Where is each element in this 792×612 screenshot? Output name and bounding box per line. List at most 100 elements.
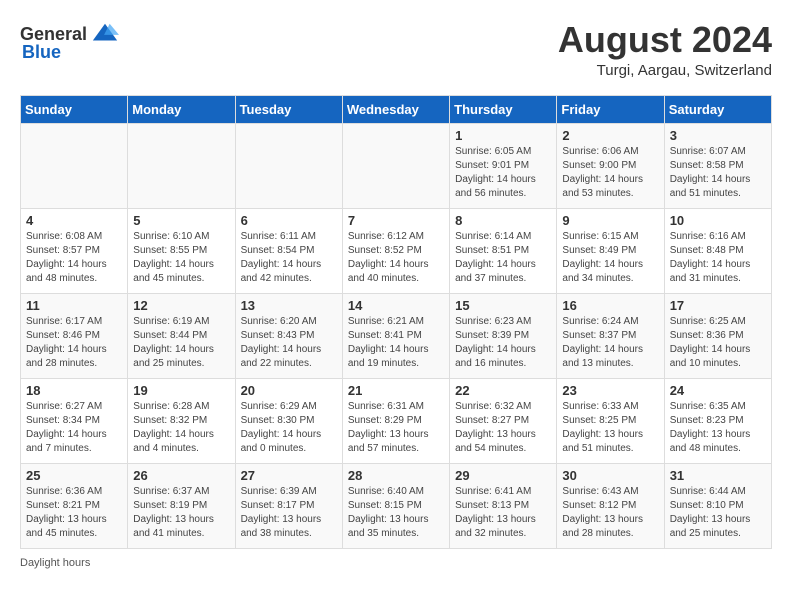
day-content: Sunrise: 6:12 AM Sunset: 8:52 PM Dayligh…	[348, 230, 444, 286]
day-cell: 4Sunrise: 6:08 AM Sunset: 8:57 PM Daylig…	[21, 208, 128, 293]
day-cell: 1Sunrise: 6:05 AM Sunset: 9:01 PM Daylig…	[450, 123, 557, 208]
day-content: Sunrise: 6:06 AM Sunset: 9:00 PM Dayligh…	[562, 145, 658, 201]
day-cell: 11 Sunrise: 6:17 AM Sunset: 8:46 PM Dayli…	[21, 293, 128, 378]
day-number: 8	[455, 213, 551, 228]
col-header-tuesday: Tuesday	[235, 95, 342, 123]
week-row-2: 11 Sunrise: 6:17 AM Sunset: 8:46 PM Dayli…	[21, 293, 772, 378]
day-content: Sunrise: 6:35 AM Sunset: 8:23 PM Dayligh…	[670, 400, 766, 456]
day-number: 31	[670, 468, 766, 483]
day-content: Sunrise: 6:37 AM Sunset: 8:19 PM Dayligh…	[133, 485, 229, 541]
day-cell: 14 Sunrise: 6:21 AM Sunset: 8:41 PM Dayli…	[342, 293, 449, 378]
day-cell: 30 Sunrise: 6:43 AM Sunset: 8:12 PM Dayli…	[557, 463, 664, 548]
day-content: Sunrise: 6:33 AM Sunset: 8:25 PM Dayligh…	[562, 400, 658, 456]
day-cell	[128, 123, 235, 208]
day-content: Sunrise: 6:11 AM Sunset: 8:54 PM Dayligh…	[241, 230, 337, 286]
day-content: Sunrise: 6:32 AM Sunset: 8:27 PM Dayligh…	[455, 400, 551, 456]
day-cell	[235, 123, 342, 208]
day-cell: 10Sunrise: 6:16 AM Sunset: 8:48 PM Dayli…	[664, 208, 771, 293]
day-number: 17	[670, 298, 766, 313]
day-number: 5	[133, 213, 229, 228]
day-content: Sunrise: 6:41 AM Sunset: 8:13 PM Dayligh…	[455, 485, 551, 541]
day-cell: 2 Sunrise: 6:06 AM Sunset: 9:00 PM Daylig…	[557, 123, 664, 208]
day-number: 6	[241, 213, 337, 228]
day-content: Sunrise: 6:28 AM Sunset: 8:32 PM Dayligh…	[133, 400, 229, 456]
day-number: 3	[670, 128, 766, 143]
col-header-thursday: Thursday	[450, 95, 557, 123]
day-number: 30	[562, 468, 658, 483]
calendar-table: SundayMondayTuesdayWednesdayThursdayFrid…	[20, 95, 772, 549]
day-number: 26	[133, 468, 229, 483]
day-content: Sunrise: 6:14 AM Sunset: 8:51 PM Dayligh…	[455, 230, 551, 286]
day-content: Sunrise: 6:17 AM Sunset: 8:46 PM Dayligh…	[26, 315, 122, 371]
day-content: Sunrise: 6:24 AM Sunset: 8:37 PM Dayligh…	[562, 315, 658, 371]
day-content: Sunrise: 6:20 AM Sunset: 8:43 PM Dayligh…	[241, 315, 337, 371]
day-content: Sunrise: 6:21 AM Sunset: 8:41 PM Dayligh…	[348, 315, 444, 371]
day-number: 9	[562, 213, 658, 228]
week-row-4: 25Sunrise: 6:36 AM Sunset: 8:21 PM Dayli…	[21, 463, 772, 548]
title-block: August 2024 Turgi, Aargau, Switzerland	[558, 20, 772, 79]
day-cell: 5 Sunrise: 6:10 AM Sunset: 8:55 PM Daylig…	[128, 208, 235, 293]
month-title: August 2024	[558, 20, 772, 60]
day-number: 2	[562, 128, 658, 143]
day-number: 13	[241, 298, 337, 313]
day-number: 10	[670, 213, 766, 228]
day-number: 21	[348, 383, 444, 398]
day-number: 24	[670, 383, 766, 398]
day-cell: 6 Sunrise: 6:11 AM Sunset: 8:54 PM Daylig…	[235, 208, 342, 293]
day-number: 11	[26, 298, 122, 313]
day-content: Sunrise: 6:40 AM Sunset: 8:15 PM Dayligh…	[348, 485, 444, 541]
day-number: 1	[455, 128, 551, 143]
day-cell	[342, 123, 449, 208]
day-number: 23	[562, 383, 658, 398]
col-header-wednesday: Wednesday	[342, 95, 449, 123]
day-number: 27	[241, 468, 337, 483]
col-header-sunday: Sunday	[21, 95, 128, 123]
day-cell	[21, 123, 128, 208]
footer-label: Daylight hours	[20, 557, 90, 569]
day-cell: 25Sunrise: 6:36 AM Sunset: 8:21 PM Dayli…	[21, 463, 128, 548]
calendar-header-row: SundayMondayTuesdayWednesdayThursdayFrid…	[21, 95, 772, 123]
day-number: 16	[562, 298, 658, 313]
day-cell: 18 Sunrise: 6:27 AM Sunset: 8:34 PM Dayli…	[21, 378, 128, 463]
week-row-1: 4Sunrise: 6:08 AM Sunset: 8:57 PM Daylig…	[21, 208, 772, 293]
day-content: Sunrise: 6:43 AM Sunset: 8:12 PM Dayligh…	[562, 485, 658, 541]
day-cell: 12 Sunrise: 6:19 AM Sunset: 8:44 PM Dayli…	[128, 293, 235, 378]
day-number: 22	[455, 383, 551, 398]
logo: General Blue	[20, 20, 119, 63]
day-content: Sunrise: 6:44 AM Sunset: 8:10 PM Dayligh…	[670, 485, 766, 541]
day-content: Sunrise: 6:19 AM Sunset: 8:44 PM Dayligh…	[133, 315, 229, 371]
day-number: 29	[455, 468, 551, 483]
day-content: Sunrise: 6:10 AM Sunset: 8:55 PM Dayligh…	[133, 230, 229, 286]
day-cell: 27 Sunrise: 6:39 AM Sunset: 8:17 PM Dayli…	[235, 463, 342, 548]
day-content: Sunrise: 6:29 AM Sunset: 8:30 PM Dayligh…	[241, 400, 337, 456]
day-number: 25	[26, 468, 122, 483]
day-number: 15	[455, 298, 551, 313]
day-cell: 28Sunrise: 6:40 AM Sunset: 8:15 PM Dayli…	[342, 463, 449, 548]
day-cell: 3 Sunrise: 6:07 AM Sunset: 8:58 PM Daylig…	[664, 123, 771, 208]
day-cell: 23 Sunrise: 6:33 AM Sunset: 8:25 PM Dayli…	[557, 378, 664, 463]
day-cell: 7 Sunrise: 6:12 AM Sunset: 8:52 PM Daylig…	[342, 208, 449, 293]
day-cell: 16 Sunrise: 6:24 AM Sunset: 8:37 PM Dayli…	[557, 293, 664, 378]
day-content: Sunrise: 6:27 AM Sunset: 8:34 PM Dayligh…	[26, 400, 122, 456]
day-number: 18	[26, 383, 122, 398]
day-cell: 13 Sunrise: 6:20 AM Sunset: 8:43 PM Dayli…	[235, 293, 342, 378]
day-content: Sunrise: 6:31 AM Sunset: 8:29 PM Dayligh…	[348, 400, 444, 456]
day-cell: 9 Sunrise: 6:15 AM Sunset: 8:49 PM Daylig…	[557, 208, 664, 293]
day-number: 12	[133, 298, 229, 313]
col-header-friday: Friday	[557, 95, 664, 123]
day-number: 7	[348, 213, 444, 228]
day-content: Sunrise: 6:23 AM Sunset: 8:39 PM Dayligh…	[455, 315, 551, 371]
day-number: 20	[241, 383, 337, 398]
day-cell: 29 Sunrise: 6:41 AM Sunset: 8:13 PM Dayli…	[450, 463, 557, 548]
day-content: Sunrise: 6:15 AM Sunset: 8:49 PM Dayligh…	[562, 230, 658, 286]
day-cell: 15 Sunrise: 6:23 AM Sunset: 8:39 PM Dayli…	[450, 293, 557, 378]
day-cell: 26 Sunrise: 6:37 AM Sunset: 8:19 PM Dayli…	[128, 463, 235, 548]
col-header-monday: Monday	[128, 95, 235, 123]
day-content: Sunrise: 6:07 AM Sunset: 8:58 PM Dayligh…	[670, 145, 766, 201]
logo-blue: Blue	[22, 42, 61, 63]
week-row-3: 18 Sunrise: 6:27 AM Sunset: 8:34 PM Dayli…	[21, 378, 772, 463]
day-number: 14	[348, 298, 444, 313]
day-cell: 8 Sunrise: 6:14 AM Sunset: 8:51 PM Daylig…	[450, 208, 557, 293]
day-content: Sunrise: 6:39 AM Sunset: 8:17 PM Dayligh…	[241, 485, 337, 541]
col-header-saturday: Saturday	[664, 95, 771, 123]
